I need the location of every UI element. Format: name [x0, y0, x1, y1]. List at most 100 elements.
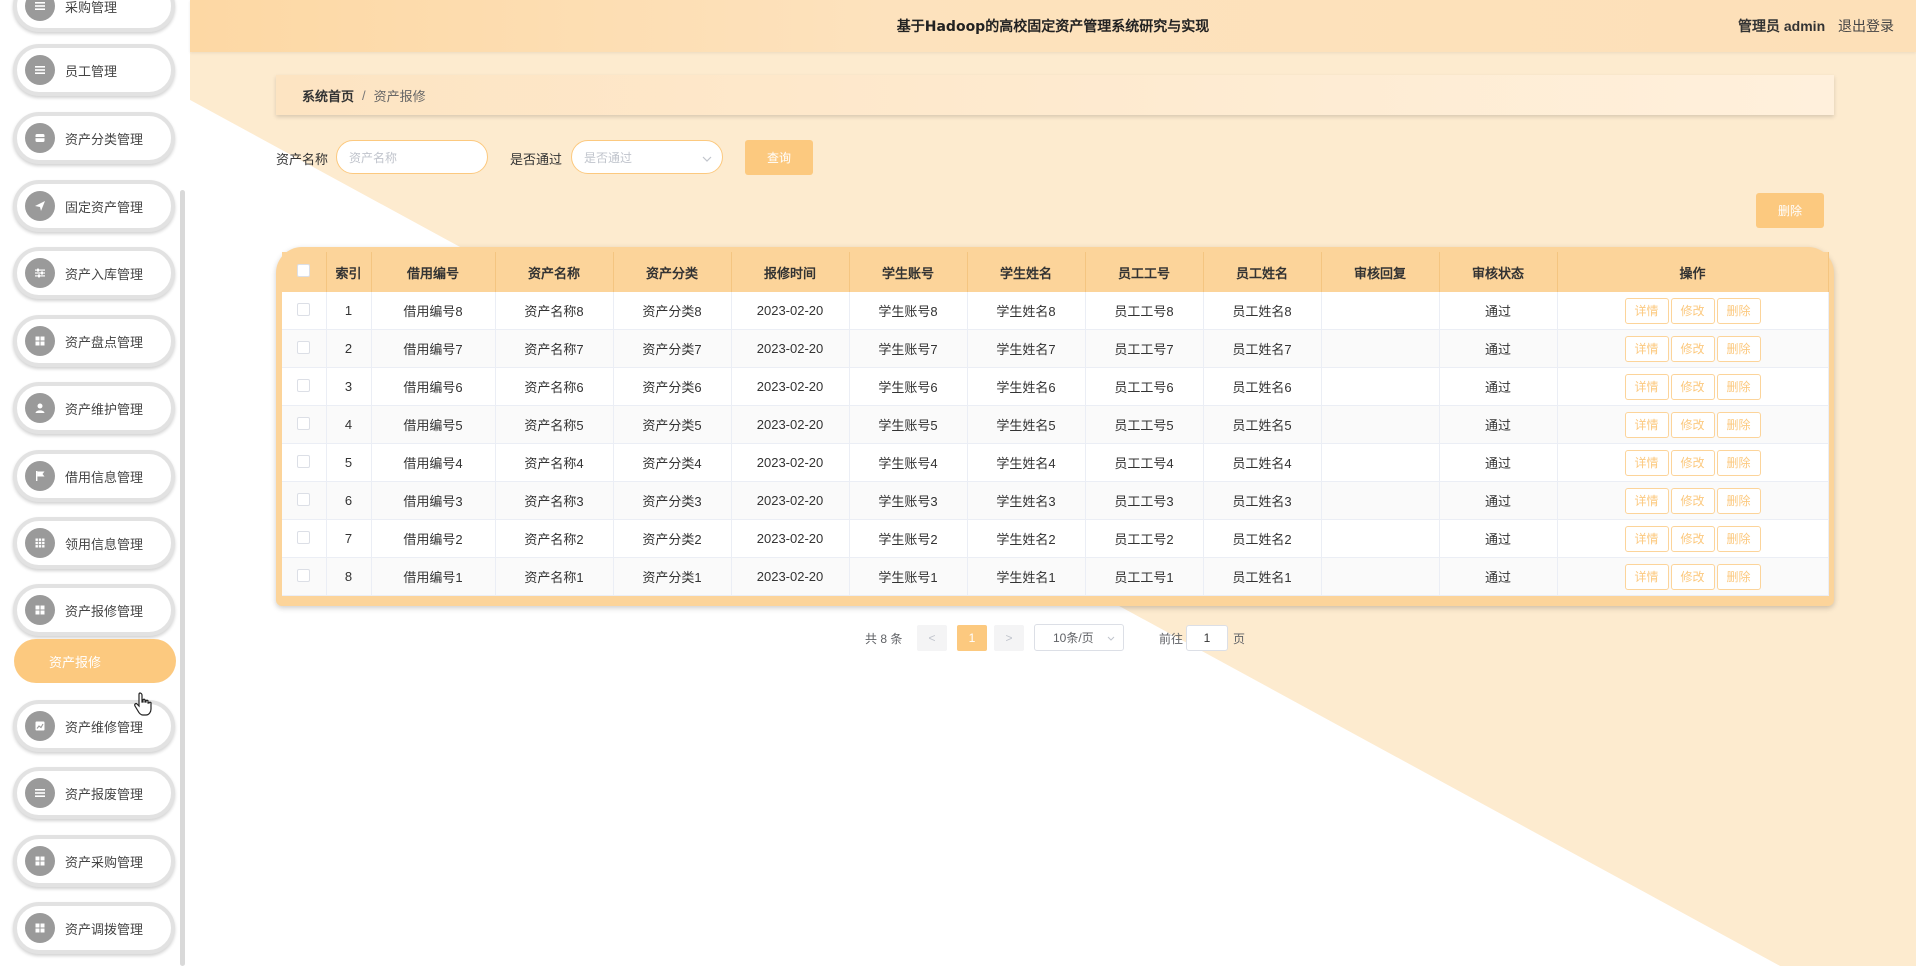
select-all-checkbox[interactable] [297, 264, 311, 277]
pagination-page-1[interactable]: 1 [957, 625, 987, 651]
table-row[interactable]: 3 借用编号6 资产名称6 资产分类6 2023-02-20 学生账号6 学生姓名6 员工工号… [282, 367, 1829, 406]
cell-index: 4 [326, 405, 372, 444]
detail-button[interactable]: 详情 [1624, 411, 1669, 438]
pagination-prev-button[interactable]: < [917, 625, 947, 651]
edit-button[interactable]: 修改 [1670, 411, 1715, 438]
cell-repair-time: 2023-02-20 [731, 519, 850, 558]
row-select-cell[interactable] [282, 557, 327, 596]
row-select-cell[interactable] [282, 329, 327, 368]
detail-button[interactable]: 详情 [1624, 297, 1669, 324]
row-checkbox[interactable] [297, 416, 311, 430]
detail-button[interactable]: 详情 [1624, 487, 1669, 514]
pass-select[interactable]: 是否通过 [571, 140, 723, 174]
sidebar-item-4[interactable]: 资产入库管理 [13, 247, 175, 299]
cell-repair-time: 2023-02-20 [731, 481, 850, 520]
grid-icon [25, 913, 55, 943]
table-row[interactable]: 8 借用编号1 资产名称1 资产分类1 2023-02-20 学生账号1 学生姓名1 员工工号… [282, 557, 1829, 596]
sidebar-item-2[interactable]: 资产分类管理 [13, 112, 175, 164]
row-checkbox[interactable] [297, 340, 311, 354]
edit-button[interactable]: 修改 [1670, 563, 1715, 590]
sidebar-item-1[interactable]: 员工管理 [13, 44, 175, 96]
sidebar-item-12[interactable]: 资产采购管理 [13, 835, 175, 887]
sidebar-item-9[interactable]: 资产报修管理 [13, 584, 175, 636]
detail-button[interactable]: 详情 [1624, 525, 1669, 552]
delete-button[interactable]: 删除 [1716, 335, 1761, 362]
submenu-item-asset-repair[interactable]: 资产报修 [14, 639, 176, 683]
edit-button[interactable]: 修改 [1670, 487, 1715, 514]
breadcrumb-current: 资产报修 [373, 88, 426, 104]
row-checkbox[interactable] [297, 492, 311, 506]
asset-name-input[interactable]: 资产名称 [336, 140, 488, 174]
cell-index: 8 [326, 557, 372, 596]
row-checkbox[interactable] [297, 378, 311, 392]
cell-asset-category: 资产分类6 [613, 367, 732, 406]
sidebar-item-6[interactable]: 资产维护管理 [13, 382, 175, 434]
table-row[interactable]: 4 借用编号5 资产名称5 资产分类5 2023-02-20 学生账号5 学生姓名5 员工工号… [282, 405, 1829, 444]
detail-button[interactable]: 详情 [1624, 335, 1669, 362]
cell-status: 通过 [1439, 443, 1558, 482]
edit-button[interactable]: 修改 [1670, 525, 1715, 552]
sidebar-item-0[interactable]: 采购管理 [13, 0, 175, 32]
goto-page-input[interactable]: 1 [1186, 625, 1228, 651]
delete-button[interactable]: 删除 [1716, 373, 1761, 400]
delete-button[interactable]: 删除 [1716, 487, 1761, 514]
cell-staff-no: 员工工号8 [1085, 292, 1204, 330]
table-row[interactable]: 5 借用编号4 资产名称4 资产分类4 2023-02-20 学生账号4 学生姓名4 员工工号… [282, 443, 1829, 482]
sidebar-item-7[interactable]: 借用信息管理 [13, 450, 175, 502]
sidebar-item-5[interactable]: 资产盘点管理 [13, 315, 175, 367]
row-actions: 详情 修改 删除 [1557, 367, 1829, 406]
row-select-cell[interactable] [282, 443, 327, 482]
sidebar-item-13[interactable]: 资产调拨管理 [13, 902, 175, 954]
pagination-next-button[interactable]: > [994, 625, 1024, 651]
edit-button[interactable]: 修改 [1670, 297, 1715, 324]
detail-button[interactable]: 详情 [1624, 373, 1669, 400]
sidebar-scrollbar[interactable] [180, 190, 185, 966]
row-select-cell[interactable] [282, 292, 327, 330]
cell-staff-no: 员工工号4 [1085, 443, 1204, 482]
cell-reply [1321, 405, 1440, 444]
row-checkbox[interactable] [297, 302, 311, 316]
column-header: 索引 [326, 252, 372, 292]
detail-button[interactable]: 详情 [1624, 563, 1669, 590]
sidebar-item-8[interactable]: 领用信息管理 [13, 517, 175, 569]
table-row[interactable]: 1 借用编号8 资产名称8 资产分类8 2023-02-20 学生账号8 学生姓名8 员工工号… [282, 292, 1829, 330]
box-icon [25, 123, 55, 153]
row-select-cell[interactable] [282, 519, 327, 558]
delete-button[interactable]: 删除 [1716, 297, 1761, 324]
row-checkbox[interactable] [297, 530, 311, 544]
delete-button[interactable]: 删除 [1716, 525, 1761, 552]
cell-status: 通过 [1439, 481, 1558, 520]
page-size-select[interactable]: 10条/页 [1034, 624, 1124, 651]
row-checkbox[interactable] [297, 568, 311, 582]
cell-repair-time: 2023-02-20 [731, 405, 850, 444]
select-all-cell[interactable] [282, 252, 327, 292]
row-select-cell[interactable] [282, 367, 327, 406]
table-row[interactable]: 6 借用编号3 资产名称3 资产分类3 2023-02-20 学生账号3 学生姓名3 员工工号… [282, 481, 1829, 520]
table-row[interactable]: 2 借用编号7 资产名称7 资产分类7 2023-02-20 学生账号7 学生姓名7 员工工号… [282, 329, 1829, 368]
chevron-down-icon [1107, 636, 1115, 641]
table-row[interactable]: 7 借用编号2 资产名称2 资产分类2 2023-02-20 学生账号2 学生姓名2 员工工号… [282, 519, 1829, 558]
send-icon [25, 191, 55, 221]
cell-reply [1321, 367, 1440, 406]
sidebar-item-3[interactable]: 固定资产管理 [13, 180, 175, 232]
row-select-cell[interactable] [282, 481, 327, 520]
detail-button[interactable]: 详情 [1624, 449, 1669, 476]
cell-borrow-no: 借用编号5 [371, 405, 496, 444]
delete-button[interactable]: 删除 [1716, 449, 1761, 476]
edit-button[interactable]: 修改 [1670, 335, 1715, 362]
breadcrumb-home[interactable]: 系统首页 [302, 86, 354, 105]
batch-delete-button[interactable]: 删除 [1756, 193, 1824, 228]
edit-button[interactable]: 修改 [1670, 449, 1715, 476]
delete-button[interactable]: 删除 [1716, 563, 1761, 590]
query-button[interactable]: 查询 [745, 140, 813, 175]
edit-button[interactable]: 修改 [1670, 373, 1715, 400]
logout-link[interactable]: 退出登录 [1838, 16, 1894, 36]
row-checkbox[interactable] [297, 454, 311, 468]
delete-button[interactable]: 删除 [1716, 411, 1761, 438]
row-select-cell[interactable] [282, 405, 327, 444]
cell-asset-name: 资产名称7 [495, 329, 614, 368]
column-header: 审核状态 [1439, 252, 1558, 292]
sidebar-item-11[interactable]: 资产报废管理 [13, 767, 175, 819]
column-header: 资产名称 [495, 252, 614, 292]
pagination-total: 共 8 条 [865, 632, 903, 646]
